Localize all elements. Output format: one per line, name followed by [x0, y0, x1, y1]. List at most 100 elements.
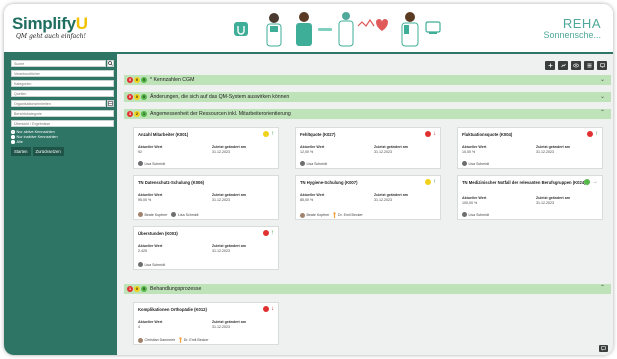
- org-unit-picker-button[interactable]: [106, 100, 114, 107]
- trend-down-icon: ↓: [433, 131, 436, 137]
- sidebar-actions: Starten Zurücksetzen: [11, 147, 114, 156]
- kpi-indicator: ↑: [263, 230, 274, 236]
- chevron-down-icon[interactable]: ⌄: [600, 93, 605, 100]
- category-filter[interactable]: [11, 80, 114, 87]
- changed-date: 31.12.2023: [212, 249, 230, 253]
- search-button[interactable]: [106, 60, 114, 67]
- green-count: 0: [141, 77, 147, 83]
- section-aenderungen[interactable]: 0 0 0 Änderungen, die sich auf das QM-Sy…: [124, 92, 611, 102]
- source-filter[interactable]: [11, 90, 114, 97]
- current-value-block: Aktueller Wert 95,00 %: [138, 193, 162, 203]
- radio-inactive[interactable]: Nur inaktive Kennzahlen: [11, 135, 114, 139]
- person[interactable]: Beate Kopfner: [300, 212, 329, 218]
- logo-tagline: QM geht auch einfach!: [16, 33, 86, 40]
- start-button[interactable]: Starten: [11, 147, 31, 156]
- kpi-indicator: ↑: [425, 179, 436, 185]
- chevron-down-icon[interactable]: ⌄: [600, 76, 605, 83]
- plus-icon: [548, 63, 552, 68]
- responsible-persons: Lisa Schmidt: [138, 161, 165, 166]
- radio-active-control[interactable]: [11, 130, 15, 134]
- person[interactable]: Lisa Schmidt: [138, 262, 165, 267]
- avatar: [462, 161, 467, 166]
- kpi-card[interactable]: Fehltquote (K027) ↓ Aktueller Wert 12,00…: [295, 127, 441, 169]
- reset-button[interactable]: Zurücksetzen: [32, 147, 64, 156]
- view-button[interactable]: [571, 61, 581, 70]
- chevron-up-icon[interactable]: ⌃: [600, 284, 605, 291]
- person[interactable]: Lisa Schmidt: [462, 161, 489, 166]
- avatar: [138, 161, 143, 166]
- person[interactable]: Lisa Schmidt: [462, 212, 489, 217]
- search-input[interactable]: [11, 60, 106, 67]
- section-ressourcen[interactable]: 3 2 1 Angemessenheit der Ressourcen inkl…: [124, 109, 611, 119]
- radio-inactive-control[interactable]: [11, 135, 15, 139]
- person[interactable]: Christian Dannmeir: [138, 337, 175, 343]
- current-value: 12,00 %: [300, 150, 314, 154]
- person[interactable]: Lisa Schmidt: [300, 161, 327, 166]
- section-behandlungsprozesse[interactable]: 1 0 0 Behandlungsprozesse ⌃: [124, 284, 611, 294]
- report-category-filter[interactable]: [11, 110, 114, 117]
- overview-filter[interactable]: [11, 120, 114, 127]
- section-status-counts: 3 2 1: [127, 111, 147, 117]
- org-unit-filter[interactable]: [11, 100, 106, 107]
- responsible-persons: Lisa Schmidt: [462, 212, 489, 217]
- trend-up-icon: ↑: [271, 230, 274, 236]
- changed-date: 31.12.2023: [212, 150, 230, 154]
- current-value: 92: [138, 150, 142, 154]
- app-window: SimplifyU QM geht auch einfach! REHA Son…: [4, 4, 613, 355]
- person[interactable]: Lisa Schmidt: [138, 161, 165, 166]
- section-status-counts: 1 0 0: [127, 286, 147, 292]
- changed-block: Zuletzt geändert am 31.12.2023: [212, 320, 246, 330]
- kpi-card[interactable]: Überstunden (K003) ↑ Aktueller Wert 2.42…: [133, 226, 279, 270]
- green-count: 0: [141, 94, 147, 100]
- org-unit-row: [11, 100, 114, 107]
- list-button[interactable]: [584, 61, 594, 70]
- responsible-filter[interactable]: [11, 70, 114, 77]
- radio-all[interactable]: Alle: [11, 140, 114, 144]
- person[interactable]: Lisa Schmidt: [171, 212, 199, 217]
- section-kennzahlen-cgm[interactable]: 0 0 0 * Kennzahlen CGM ⌄: [124, 75, 611, 85]
- add-button[interactable]: [545, 61, 555, 70]
- person[interactable]: Dr. Emil Becker: [179, 337, 209, 343]
- changed-block: Zuletzt geändert am 31.12.2023: [212, 193, 246, 203]
- brand-title: REHA: [562, 16, 601, 31]
- red-count: 0: [127, 94, 133, 100]
- person[interactable]: Beate Kopfner: [138, 212, 167, 217]
- person[interactable]: Dr. Emil Becker: [333, 212, 363, 218]
- presentation-button[interactable]: [597, 61, 607, 70]
- brand-logo: REHA Sonnensche...: [543, 16, 601, 40]
- kpi-title: Überstunden (K003): [138, 231, 178, 236]
- kpi-card[interactable]: Anzahl Mitarbeiter (K001) ↑ Aktueller We…: [133, 127, 279, 169]
- brand-subtitle: Sonnensche...: [543, 30, 601, 40]
- section-title: Angemessenheit der Ressourcen inkl. Mita…: [150, 111, 291, 117]
- avatar: [300, 161, 305, 166]
- kpi-card[interactable]: Fluktuationsquote (K004) ↑ Aktueller Wer…: [457, 127, 603, 169]
- yellow-count: 0: [134, 77, 140, 83]
- kpi-title: TN Datenschutz-Schulung (K006): [138, 180, 205, 185]
- trend-up-icon: ↑: [271, 131, 274, 137]
- kpi-card[interactable]: TN Datenschutz-Schulung (K006) Aktueller…: [133, 175, 279, 220]
- doctor-icon: [333, 212, 337, 218]
- radio-active[interactable]: Nur aktive Kennzahlen: [11, 130, 114, 134]
- changed-block: Zuletzt geändert am 31.12.2023: [212, 244, 246, 254]
- changed-block: Zuletzt geändert am 31.12.2023: [374, 193, 408, 203]
- kpi-card[interactable]: Komplikationen Orthopädie (K012) ↓ Aktue…: [133, 302, 279, 345]
- avatar: [138, 337, 143, 343]
- status-light-yellow: [425, 179, 431, 185]
- logo[interactable]: SimplifyU QM geht auch einfach!: [12, 14, 88, 40]
- responsible-persons: Beate Kopfner Dr. Emil Becker: [300, 212, 363, 218]
- radio-all-control[interactable]: [11, 140, 15, 144]
- kpi-card[interactable]: TN Medizinischer Notfall der relevanten …: [457, 175, 603, 220]
- section-title: * Kennzahlen CGM: [150, 77, 195, 83]
- chart-button[interactable]: [558, 61, 568, 70]
- avatar: [300, 212, 305, 218]
- current-value: 4: [138, 325, 140, 329]
- avatar: [462, 212, 467, 217]
- kpi-title: TN Hygiene-Schulung (K007): [300, 180, 358, 185]
- kpi-card[interactable]: TN Hygiene-Schulung (K007) ↑ Aktueller W…: [295, 175, 441, 220]
- kpi-indicator: ↓: [263, 306, 274, 312]
- chat-button[interactable]: [599, 345, 608, 352]
- kpi-title: Anzahl Mitarbeiter (K001): [138, 132, 189, 137]
- kpi-title: Komplikationen Orthopädie (K012): [138, 307, 207, 312]
- responsible-persons: Lisa Schmidt: [138, 262, 165, 267]
- chevron-up-icon[interactable]: ⌃: [600, 109, 605, 116]
